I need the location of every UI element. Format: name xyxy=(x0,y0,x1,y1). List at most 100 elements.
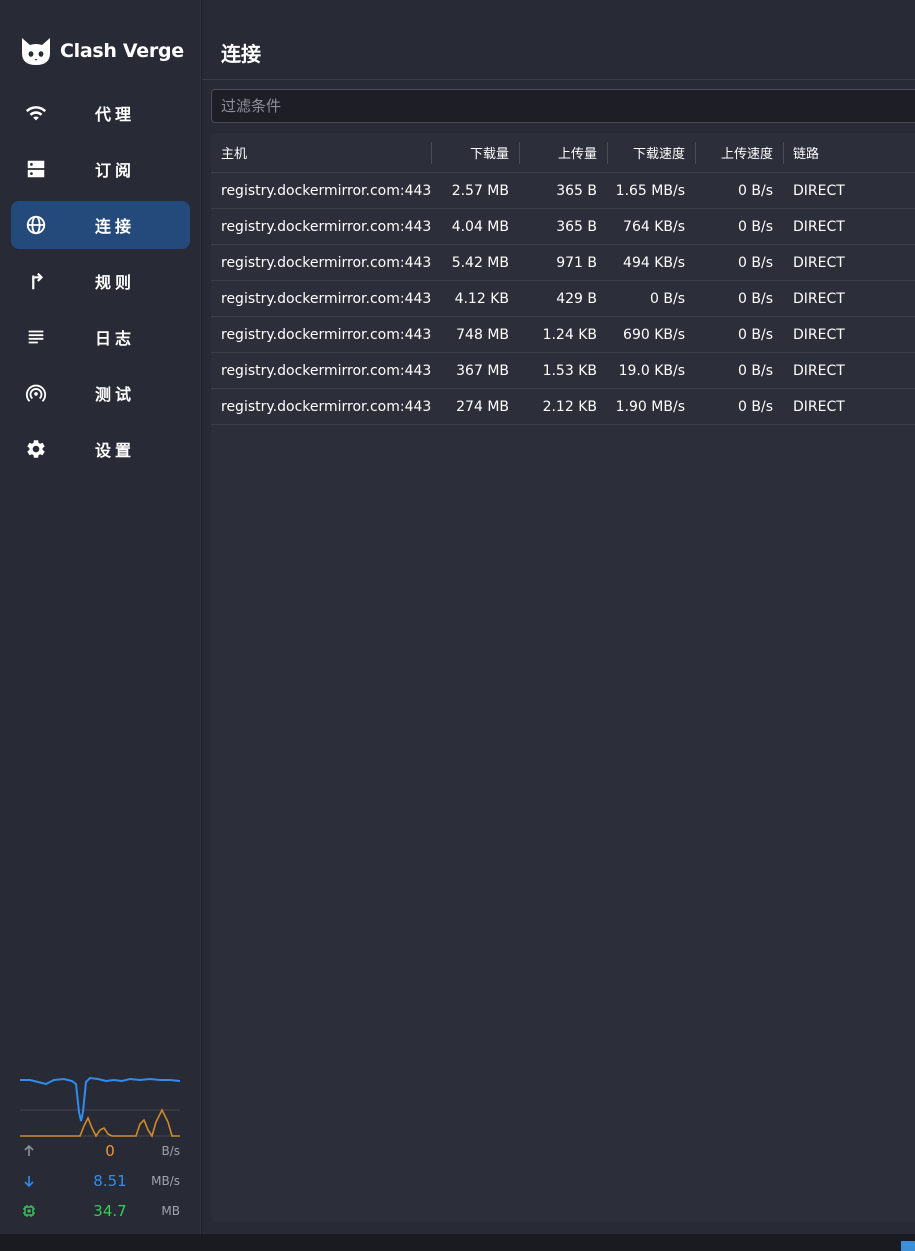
sidebar-item-rules[interactable]: 规则 xyxy=(11,257,190,305)
memory-usage-unit: MB xyxy=(161,1204,180,1218)
arrow-up-icon xyxy=(24,1144,34,1156)
cell-download: 5.42 MB xyxy=(451,254,509,271)
header-divider xyxy=(202,79,915,80)
cell-download-speed: 1.90 MB/s xyxy=(615,398,685,415)
cell-download: 2.57 MB xyxy=(451,182,509,199)
sidebar-item-label: 订阅 xyxy=(95,161,136,180)
cell-chain: DIRECT xyxy=(793,182,845,199)
taskbar-indicator xyxy=(901,1241,915,1251)
cell-chain: DIRECT xyxy=(793,362,845,379)
sidebar-item-label: 代理 xyxy=(95,105,136,124)
cell-upload-speed: 0 B/s xyxy=(738,290,773,307)
cell-upload: 971 B xyxy=(556,254,597,271)
column-header-chain[interactable]: 链路 xyxy=(793,133,913,172)
sidebar-item-label: 连接 xyxy=(95,217,136,236)
fork-icon xyxy=(25,270,47,292)
column-header-upload[interactable]: 上传量 xyxy=(523,133,597,172)
cell-upload: 365 B xyxy=(556,218,597,235)
sidebar-item-label: 日志 xyxy=(95,329,136,348)
wifi-icon xyxy=(25,102,47,124)
table-row[interactable]: registry.dockermirror.com:443 5.42 MB 97… xyxy=(211,245,915,281)
arrow-down-icon xyxy=(24,1176,34,1188)
broadcast-icon xyxy=(25,382,47,404)
sidebar-item-test[interactable]: 测试 xyxy=(11,369,190,417)
table-row[interactable]: registry.dockermirror.com:443 4.12 KB 42… xyxy=(211,281,915,317)
download-speed-unit: MB/s xyxy=(151,1174,180,1188)
table-row[interactable]: registry.dockermirror.com:443 2.57 MB 36… xyxy=(211,173,915,209)
cell-download-speed: 19.0 KB/s xyxy=(618,362,685,379)
table-row[interactable]: registry.dockermirror.com:443 4.04 MB 36… xyxy=(211,209,915,245)
cell-download-speed: 494 KB/s xyxy=(623,254,685,271)
filter-input[interactable] xyxy=(211,89,915,123)
table-row[interactable]: registry.dockermirror.com:443 274 MB 2.1… xyxy=(211,389,915,425)
cell-download-speed: 690 KB/s xyxy=(623,326,685,343)
app-name: Clash Verge xyxy=(60,40,184,62)
globe-icon xyxy=(25,214,47,236)
cell-download: 4.04 MB xyxy=(451,218,509,235)
cell-upload-speed: 0 B/s xyxy=(738,362,773,379)
server-icon xyxy=(25,158,47,180)
sidebar-item-logs[interactable]: 日志 xyxy=(11,313,190,361)
cell-chain: DIRECT xyxy=(793,290,845,307)
sidebar-item-settings[interactable]: 设置 xyxy=(11,425,190,473)
sidebar-item-connections[interactable]: 连接 xyxy=(11,201,190,249)
column-divider[interactable] xyxy=(607,142,608,164)
upload-trend-line xyxy=(20,1108,180,1138)
cell-download-speed: 764 KB/s xyxy=(623,218,685,235)
cell-download: 274 MB xyxy=(456,398,509,415)
cell-upload-speed: 0 B/s xyxy=(738,218,773,235)
gear-icon xyxy=(25,438,47,460)
upload-speed-value: 0 xyxy=(105,1142,115,1160)
sidebar-item-label: 规则 xyxy=(95,273,136,292)
column-divider[interactable] xyxy=(783,142,784,164)
upload-speed-unit: B/s xyxy=(161,1144,180,1158)
column-divider[interactable] xyxy=(695,142,696,164)
cell-download-speed: 1.65 MB/s xyxy=(615,182,685,199)
sidebar: Clash Verge 代理 订阅 连接 规则 日志 测试 设置 0 B/s 8… xyxy=(0,0,201,1234)
cell-download: 367 MB xyxy=(456,362,509,379)
cell-upload: 365 B xyxy=(556,182,597,199)
memory-usage-value: 34.7 xyxy=(93,1202,127,1220)
memory-usage-row: 34.7 MB xyxy=(20,1198,180,1228)
cell-upload: 2.12 KB xyxy=(542,398,597,415)
table-header: 主机 下载量 上传量 下载速度 上传速度 链路 xyxy=(211,133,915,173)
cell-upload: 1.53 KB xyxy=(542,362,597,379)
app-logo: Clash Verge xyxy=(20,36,184,66)
column-header-download-speed[interactable]: 下载速度 xyxy=(611,133,685,172)
traffic-graph xyxy=(20,1076,180,1138)
cell-download-speed: 0 B/s xyxy=(650,290,685,307)
cell-upload: 1.24 KB xyxy=(542,326,597,343)
cell-chain: DIRECT xyxy=(793,218,845,235)
sidebar-nav: 代理 订阅 连接 规则 日志 测试 设置 xyxy=(11,89,190,481)
page-title: 连接 xyxy=(221,42,261,66)
download-speed-value: 8.51 xyxy=(93,1172,127,1190)
table-row[interactable]: registry.dockermirror.com:443 748 MB 1.2… xyxy=(211,317,915,353)
column-header-download[interactable]: 下载量 xyxy=(435,133,509,172)
column-header-upload-speed[interactable]: 上传速度 xyxy=(699,133,773,172)
sidebar-item-proxy[interactable]: 代理 xyxy=(11,89,190,137)
cell-chain: DIRECT xyxy=(793,326,845,343)
cell-chain: DIRECT xyxy=(793,398,845,415)
cell-download: 748 MB xyxy=(456,326,509,343)
cell-upload-speed: 0 B/s xyxy=(738,254,773,271)
cell-upload-speed: 0 B/s xyxy=(738,182,773,199)
column-header-host[interactable]: 主机 xyxy=(221,133,431,172)
sidebar-item-subscription[interactable]: 订阅 xyxy=(11,145,190,193)
table-row[interactable]: registry.dockermirror.com:443 367 MB 1.5… xyxy=(211,353,915,389)
cell-upload-speed: 0 B/s xyxy=(738,326,773,343)
cell-host: registry.dockermirror.com:443 xyxy=(221,218,432,235)
cell-host: registry.dockermirror.com:443 xyxy=(221,398,432,415)
cell-host: registry.dockermirror.com:443 xyxy=(221,290,432,307)
cell-host: registry.dockermirror.com:443 xyxy=(221,362,432,379)
cat-logo-icon xyxy=(22,38,50,65)
sidebar-item-label: 设置 xyxy=(95,441,136,460)
column-divider[interactable] xyxy=(431,142,432,164)
cell-chain: DIRECT xyxy=(793,254,845,271)
cell-host: registry.dockermirror.com:443 xyxy=(221,182,432,199)
download-trend-line xyxy=(20,1076,180,1122)
upload-speed-row: 0 B/s xyxy=(20,1138,180,1168)
column-divider[interactable] xyxy=(519,142,520,164)
connections-table: 主机 下载量 上传量 下载速度 上传速度 链路 registry.dockerm… xyxy=(211,133,915,1222)
taskbar-strip xyxy=(0,1234,915,1251)
memory-chip-icon xyxy=(23,1205,35,1217)
